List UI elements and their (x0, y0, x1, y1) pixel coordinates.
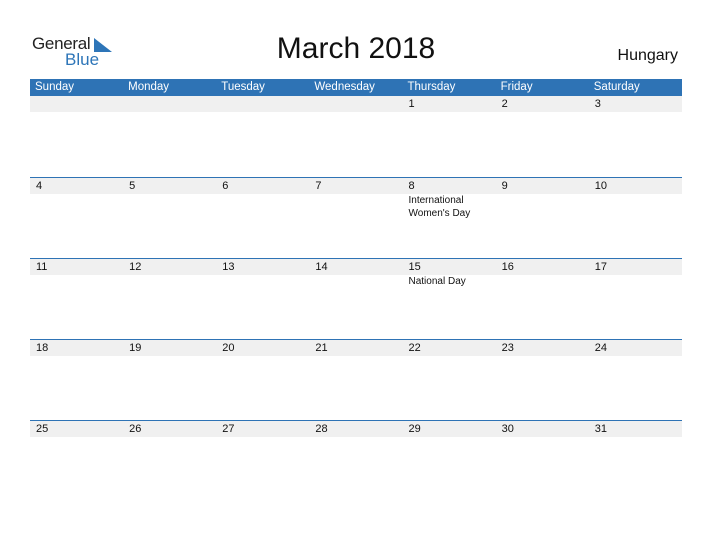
holiday-event (30, 275, 123, 288)
holiday-event (216, 275, 309, 288)
events-row: International Women's Day (30, 194, 682, 220)
holiday-event: National Day (408, 276, 466, 287)
country-label: Hungary (617, 47, 678, 64)
day-number: 2 (501, 98, 508, 110)
holiday-event (123, 194, 216, 220)
day-number: 18 (36, 342, 49, 354)
holiday-event (309, 194, 402, 220)
day-number: 15 (408, 261, 421, 273)
day-number: 16 (501, 261, 514, 273)
holiday-event (216, 194, 309, 220)
day-number: 9 (501, 180, 508, 192)
calendar-week: 18 19 20 21 22 23 24 (30, 339, 682, 420)
weekday-header: Sunday Monday Tuesday Wednesday Thursday… (30, 79, 682, 96)
calendar-week: 11 12 13 14 15 16 17 National Day (30, 258, 682, 339)
day-number: 1 (408, 98, 415, 110)
day-number: 17 (594, 261, 607, 273)
calendar-week: 1 2 3 (30, 96, 682, 177)
day-number: 6 (222, 180, 229, 192)
weekday-tuesday: Tuesday (221, 81, 265, 93)
day-number: 4 (36, 180, 43, 192)
calendar-grid: Sunday Monday Tuesday Wednesday Thursday… (30, 79, 682, 501)
weekday-monday: Monday (128, 81, 170, 93)
date-strip: 4 5 6 7 8 9 10 (30, 178, 682, 194)
day-number: 14 (315, 261, 328, 273)
holiday-event (496, 275, 589, 288)
date-strip: 11 12 13 14 15 16 17 (30, 259, 682, 275)
day-number (309, 96, 402, 112)
day-number: 21 (315, 342, 328, 354)
day-number: 28 (315, 423, 328, 435)
day-number: 19 (129, 342, 142, 354)
weekday-wednesday: Wednesday (314, 81, 375, 93)
day-number: 10 (594, 180, 607, 192)
weekday-sunday: Sunday (35, 81, 75, 93)
day-number: 11 (36, 261, 48, 273)
day-number: 7 (315, 180, 322, 192)
date-strip: 1 2 3 (30, 96, 682, 112)
day-number (216, 96, 309, 112)
weekday-friday: Friday (500, 81, 533, 93)
day-number: 8 (408, 180, 415, 192)
holiday-event (589, 275, 682, 288)
weekday-thursday: Thursday (407, 81, 456, 93)
holiday-event: International Women's Day (408, 195, 471, 219)
day-number: 13 (222, 261, 235, 273)
day-number (123, 96, 216, 112)
page-title: March 2018 (276, 32, 436, 65)
day-number: 12 (129, 261, 142, 273)
day-number: 25 (36, 423, 49, 435)
day-number: 27 (222, 423, 235, 435)
calendar-week: 4 5 6 7 8 9 10 International Women's Day (30, 177, 682, 258)
day-number: 3 (594, 98, 601, 110)
day-number: 23 (501, 342, 514, 354)
holiday-event (309, 275, 402, 288)
calendar-week: 25 26 27 28 29 30 31 (30, 420, 682, 501)
day-number: 20 (222, 342, 235, 354)
events-row: National Day (30, 275, 682, 288)
day-number: 29 (408, 423, 421, 435)
date-strip: 25 26 27 28 29 30 31 (30, 421, 682, 437)
holiday-event (123, 275, 216, 288)
day-number: 22 (408, 342, 421, 354)
day-number: 5 (129, 180, 136, 192)
weekday-saturday: Saturday (593, 81, 640, 93)
day-number (30, 96, 123, 112)
day-number: 31 (594, 423, 607, 435)
day-number: 24 (594, 342, 607, 354)
day-number: 30 (501, 423, 514, 435)
date-strip: 18 19 20 21 22 23 24 (30, 340, 682, 356)
day-number: 26 (129, 423, 142, 435)
holiday-event (30, 194, 123, 220)
holiday-event (496, 194, 589, 220)
holiday-event (589, 194, 682, 220)
